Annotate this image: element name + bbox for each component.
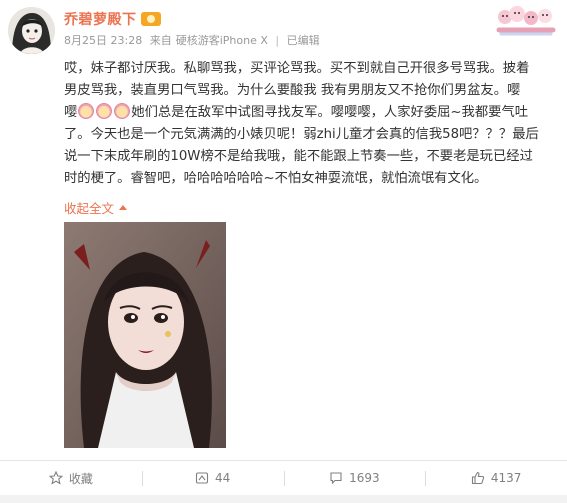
crying-face-emoji <box>78 103 95 119</box>
meta-divider: | <box>275 34 280 47</box>
repost-button[interactable]: 44 <box>141 461 284 495</box>
vip-badge-icon[interactable] <box>140 12 161 26</box>
avatar-drawing <box>8 7 55 54</box>
post-text: 哎，妹子都讨厌我。私聊骂我，买评论骂我。买不到就自己开很多号骂我。披着 男皮骂我… <box>64 58 556 190</box>
source-device[interactable]: 硬核游客iPhone X <box>176 34 268 47</box>
post-timestamp[interactable]: 8月25日 23:28 <box>64 34 142 47</box>
comment-icon <box>330 472 342 485</box>
username[interactable]: 乔碧萝殿下 <box>64 9 137 29</box>
post-meta: 8月25日 23:28 来自 硬核游客iPhone X | 已编辑 <box>64 32 557 48</box>
comment-count: 1693 <box>349 471 380 485</box>
chevron-up-icon <box>119 205 128 210</box>
post-photo[interactable] <box>64 222 226 448</box>
crying-face-emoji <box>114 103 131 119</box>
action-toolbar: 收藏 44 1693 4137 <box>0 460 567 495</box>
crying-face-emoji <box>96 103 113 119</box>
source-prefix: 来自 <box>149 34 172 47</box>
weibo-post: 乔碧萝殿下 8月25日 23:28 来自 硬核游客iPhone X | 已编辑 哎… <box>0 0 567 460</box>
post-line-1: 哎，妹子都讨厌我。私聊骂我，买评论骂我。买不到就自己开很多号骂我。披着 <box>64 61 530 76</box>
favorite-label: 收藏 <box>68 471 93 486</box>
like-count: 4137 <box>490 471 522 485</box>
post-line-5: 说一下末成年刷的10W榜不是给我哦，能不能跟上节奏一些，不要老是玩已经过 <box>64 149 533 164</box>
collapse-text-button[interactable]: 收起全文 <box>64 198 128 217</box>
user-avatar[interactable] <box>8 7 55 54</box>
like-button[interactable]: 4137 <box>425 461 567 495</box>
cartoon-sticker <box>496 6 556 36</box>
thumbs-up-icon <box>471 471 484 485</box>
post-line-3-text: 她们总是在敌军中试图寻找友军。嘤嘤嘤，人家好委屈~我都要气吐 <box>131 105 529 120</box>
post-line-2: 男皮骂我，装直男口气骂我。为什么要酸我 我有男朋友又不抢你们男盆友。嘤 <box>64 83 521 98</box>
edited-label[interactable]: 已编辑 <box>287 34 320 47</box>
post-line-3-prefix: 嘤 <box>64 105 78 120</box>
comment-button[interactable]: 1693 <box>283 461 426 495</box>
post-header: 乔碧萝殿下 8月25日 23:28 来自 硬核游客iPhone X | 已编辑 <box>64 8 557 54</box>
post-line-3: 嘤 她们总是在敌军中试图寻找友军。嘤嘤嘤，人家好委屈~我都要气吐 <box>64 102 556 124</box>
photo-illustration <box>64 222 226 448</box>
favorite-button[interactable]: 收藏 <box>0 461 142 495</box>
collapse-label: 收起全文 <box>64 201 115 216</box>
repost-icon <box>195 472 209 484</box>
post-line-6: 时的梗了。睿智吧，哈哈哈哈哈哈~不怕女神耍流氓，就怕流氓有文化。 <box>64 171 488 186</box>
feed-divider <box>0 495 567 503</box>
post-line-4: 了。今天也是一个元気满满的小婊贝呢！弱zhi儿童才会真的信我58吧？？？最后 <box>64 127 539 142</box>
repost-count: 44 <box>214 471 231 485</box>
star-icon <box>48 471 63 485</box>
